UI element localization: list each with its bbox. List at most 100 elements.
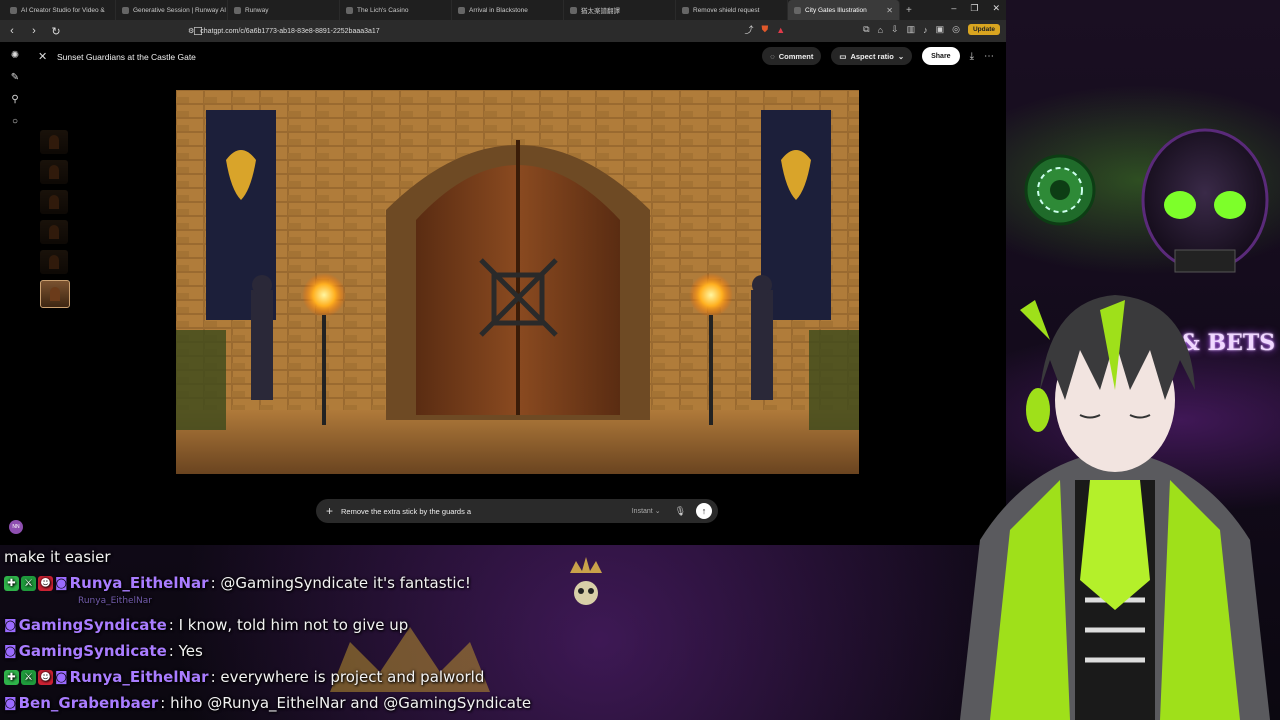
stream-chat: make it easier ✚ ⚔ ☻ ◙ Runya_EithelNar :… — [0, 546, 620, 720]
tab-city-gates[interactable]: City Gates Illustration ✕ — [788, 0, 900, 20]
favicon-icon — [458, 6, 465, 14]
lock-icon[interactable]: ⌂ — [878, 25, 883, 35]
tab-runway-session[interactable]: Generative Session | Runway AI — [116, 0, 228, 20]
close-icon[interactable]: ✕ — [38, 50, 47, 63]
chat-line: ✚ ⚔ ☻ ◙ Runya_EithelNar : everywhere is … — [4, 668, 484, 686]
reload-icon[interactable]: ↻ — [50, 25, 62, 38]
twitch-icon: ◙ — [55, 575, 68, 591]
page-title: Sunset Guardians at the Castle Gate — [57, 52, 196, 62]
generated-image[interactable] — [176, 90, 859, 474]
share-button[interactable]: Share — [922, 47, 960, 65]
shield-icon[interactable]: ⛊ — [761, 24, 768, 35]
profile-icon[interactable]: ◎ — [952, 24, 960, 35]
url-text: chatgpt.com/c/6a6b1773-ab18-83e8-8891-22… — [200, 27, 380, 35]
download-icon[interactable]: ⇩ — [891, 24, 899, 35]
tab-label: Generative Session | Runway AI — [133, 6, 227, 14]
chat-reply-line: Runya_EithelNar — [78, 596, 152, 606]
microphone-icon[interactable]: 🎙 — [675, 506, 686, 517]
sidebar-icon[interactable]: ▥ — [907, 24, 916, 35]
thumbnail[interactable] — [40, 250, 68, 274]
chat-message: make it easier — [4, 548, 111, 566]
thumbnail[interactable] — [40, 130, 68, 154]
window-controls: – ❐ ✕ — [951, 3, 1000, 14]
door-icon — [50, 287, 60, 301]
door-icon — [49, 255, 59, 269]
twitch-icon: ◙ — [4, 695, 17, 711]
chat-username: Runya_EithelNar — [69, 574, 209, 592]
chat-message: : hiho @Runya_EithelNar and @GamingSyndi… — [160, 694, 532, 712]
chevron-down-icon: ⌄ — [897, 51, 905, 61]
thumbnail-selected[interactable] — [40, 280, 70, 308]
forward-icon[interactable]: › — [28, 25, 40, 37]
cast-icon[interactable]: ▣ — [936, 24, 945, 35]
chat-message: : @GamingSyndicate it's fantastic! — [210, 574, 471, 592]
chat-line: ◙ Ben_Grabenbaer : hiho @Runya_EithelNar… — [4, 694, 531, 712]
favicon-icon — [234, 6, 241, 14]
prompt-composer: + Remove the extra stick by the guards a… — [316, 499, 718, 523]
extensions-icon[interactable]: ⧉ — [863, 24, 869, 35]
left-rail: ✺ ✎ ⚲ ○ — [0, 42, 30, 545]
more-options-icon[interactable]: ⋯ — [984, 51, 994, 62]
site-info-icon[interactable]: ⚙ — [188, 27, 194, 35]
attach-icon[interactable]: + — [326, 504, 333, 518]
thumbnail[interactable] — [40, 190, 68, 214]
tab-remove-shield[interactable]: Remove shield request — [676, 0, 788, 20]
toolbar-extensions: ⤴ ⛊ ▲ ⧉ ⌂ ⇩ ▥ ♪ ▣ ◎ Update — [744, 23, 1000, 36]
chat-line: ✚ ⚔ ☻ ◙ Runya_EithelNar : @GamingSyndica… — [4, 574, 471, 592]
tab-runway[interactable]: Runway — [228, 0, 340, 20]
chat-username: Ben_Grabenbaer — [18, 694, 159, 712]
rewards-icon[interactable]: ▲ — [776, 25, 785, 35]
openai-logo-icon[interactable]: ✺ — [9, 50, 21, 62]
library-icon[interactable]: ○ — [9, 116, 21, 128]
favicon-icon — [122, 6, 129, 14]
chat-username: GamingSyndicate — [18, 616, 167, 634]
chat-message: : I know, told him not to give up — [168, 616, 409, 634]
editor-toolbar: ◌ Comment ▭ Aspect ratio ⌄ Share ⤓ ⋯ — [762, 47, 994, 65]
favicon-icon — [682, 6, 689, 14]
tab-label: City Gates Illustration — [805, 6, 867, 14]
tab-label: Arrival in Blackstone — [469, 6, 528, 14]
maximize-icon[interactable]: ❐ — [970, 3, 978, 14]
minimize-icon[interactable]: – — [951, 3, 956, 14]
thumbnail[interactable] — [40, 160, 68, 184]
music-icon[interactable]: ♪ — [923, 25, 928, 35]
comment-button[interactable]: ◌ Comment — [762, 47, 822, 65]
version-thumbnails — [40, 130, 70, 308]
aspect-label: Aspect ratio — [850, 51, 894, 61]
new-chat-icon[interactable]: ✎ — [9, 72, 21, 84]
share-page-icon[interactable]: ⤴ — [744, 23, 753, 36]
badge-icon: ✚ — [4, 575, 19, 591]
update-button[interactable]: Update — [967, 24, 1000, 35]
close-window-icon[interactable]: ✕ — [992, 3, 1000, 14]
tab-translate[interactable]: 猶太楽譜翻譯 — [564, 0, 676, 20]
door-icon — [49, 225, 59, 239]
favicon-icon — [10, 6, 17, 14]
chat-message: : Yes — [168, 642, 203, 660]
thumbnail[interactable] — [40, 220, 68, 244]
download-icon[interactable]: ⤓ — [970, 51, 974, 62]
model-selector[interactable]: Instant ⌄ — [632, 507, 661, 515]
tab-ai-creator[interactable]: AI Creator Studio for Video & — [4, 0, 116, 20]
url-field[interactable]: ⚙ chatgpt.com/c/6a6b1773-ab18-83e8-8891-… — [188, 24, 748, 38]
sword-badge-icon: ⚔ — [21, 669, 36, 685]
new-tab-icon[interactable]: + — [906, 5, 912, 16]
close-tab-icon[interactable]: ✕ — [886, 6, 893, 15]
tab-label: Remove shield request — [693, 6, 760, 14]
chat-line: ◙ GamingSyndicate : Yes — [4, 642, 203, 660]
prompt-input[interactable]: Remove the extra stick by the guards a — [341, 507, 632, 516]
avatar[interactable]: NN — [9, 520, 23, 534]
send-button[interactable]: ↑ — [696, 503, 712, 519]
ghost-badge-icon: ☻ — [38, 575, 53, 591]
tab-bar: AI Creator Studio for Video & Generative… — [0, 0, 1006, 20]
model-label: Instant — [631, 508, 653, 515]
door-icon — [49, 165, 59, 179]
door-icon — [49, 135, 59, 149]
chat-line: ◙ GamingSyndicate : I know, told him not… — [4, 616, 408, 634]
tab-label: The Lich's Casino — [357, 6, 409, 14]
ghost-badge-icon: ☻ — [38, 669, 53, 685]
tab-lichs-casino[interactable]: The Lich's Casino — [340, 0, 452, 20]
aspect-ratio-button[interactable]: ▭ Aspect ratio ⌄ — [831, 47, 913, 65]
tab-blackstone[interactable]: Arrival in Blackstone — [452, 0, 564, 20]
search-icon[interactable]: ⚲ — [9, 94, 21, 106]
back-icon[interactable]: ‹ — [6, 25, 18, 37]
